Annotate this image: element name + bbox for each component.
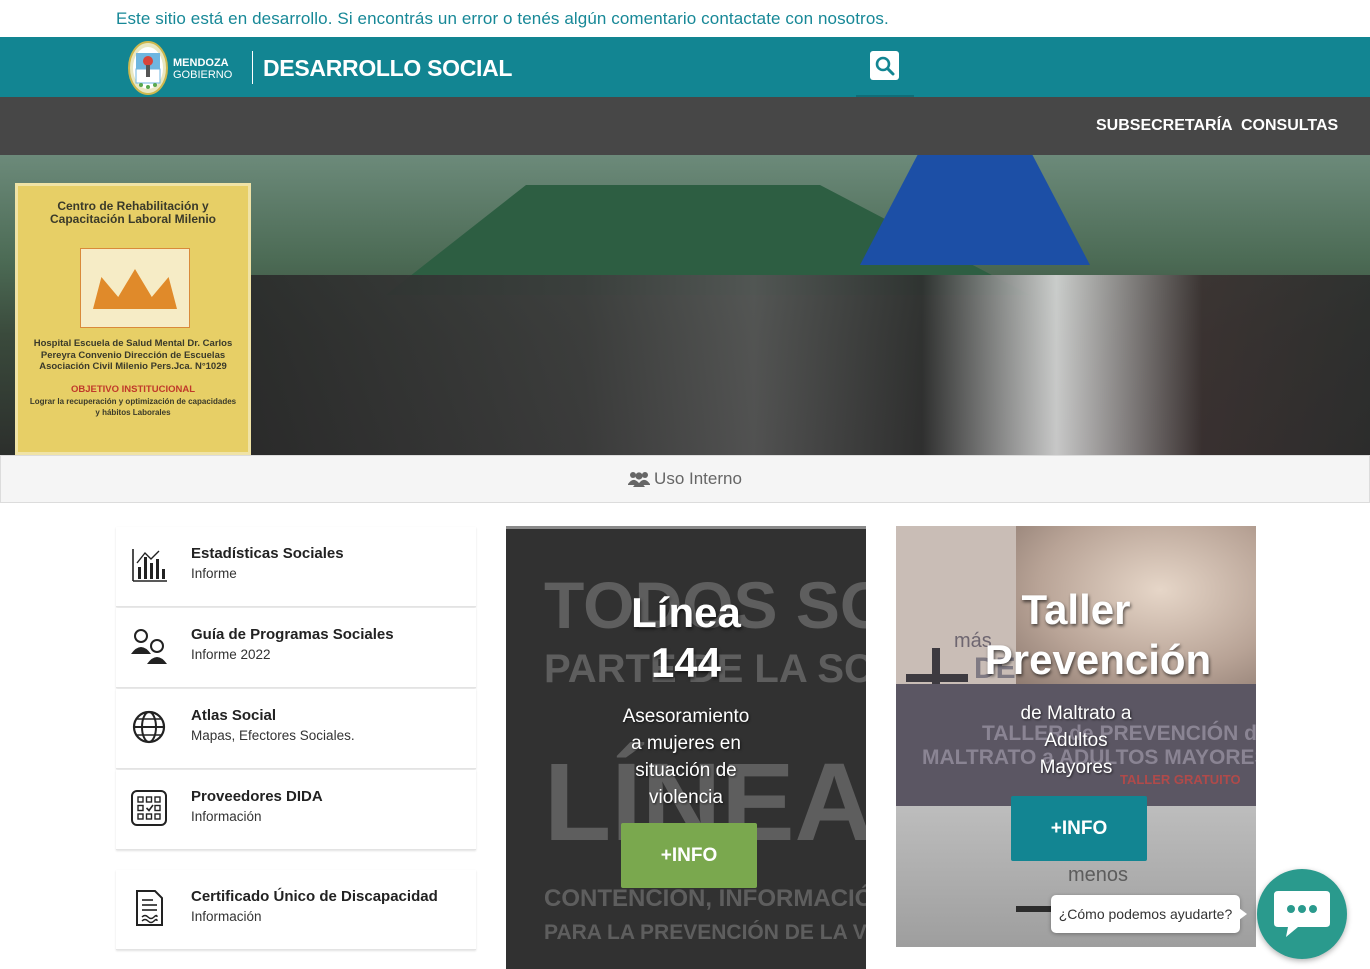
linea-144-info-button[interactable]: +INFO <box>621 823 757 888</box>
hero-crowd <box>250 275 1370 455</box>
hero-poster: Centro de Rehabilitación y Capacitación … <box>15 183 251 455</box>
poster-title: Centro de Rehabilitación y Capacitación … <box>49 199 217 226</box>
list-item-title: Certificado Único de Discapacidad <box>191 888 438 905</box>
chat-prompt-bubble[interactable]: ¿Cómo podemos ayudarte? <box>1051 895 1247 933</box>
poster-footer-text: Lograr la recuperación y optimización de… <box>29 396 237 418</box>
list-item-proveedores-dida[interactable]: Proveedores DIDA Información <box>116 770 476 850</box>
hero-tent-blue <box>860 155 1090 265</box>
nav-item-subsecretaria[interactable]: SUBSECRETARÍA <box>1096 117 1233 135</box>
people-icon <box>131 629 167 664</box>
card-taller-prevencion[interactable]: más DE TALLER de PREVENCIÓN de MALTRATO … <box>896 526 1256 947</box>
card-title-line-2: Prevención <box>984 636 1212 683</box>
list-item-subtitle: Informe <box>191 566 237 581</box>
list-item-certificado-discapacidad[interactable]: Certificado Único de Discapacidad Inform… <box>116 870 476 950</box>
nav-item-consultas[interactable]: CONSULTAS <box>1241 117 1338 135</box>
chat-button[interactable] <box>1257 869 1347 959</box>
list-item-title: Guía de Programas Sociales <box>191 626 394 643</box>
card-desc-line: violencia <box>649 787 723 808</box>
main-nav: SUBSECRETARÍA CONSULTAS <box>0 97 1370 155</box>
logo-line-1: MENDOZA <box>173 57 229 69</box>
list-item-atlas-social[interactable]: Atlas Social Mapas, Efectores Sociales. <box>116 689 476 769</box>
header: MENDOZA GOBIERNO DESARROLLO SOCIAL <box>0 37 1370 97</box>
chat-prompt-text: ¿Cómo podemos ayudarte? <box>1058 906 1233 922</box>
search-icon <box>875 56 894 75</box>
internal-use-link[interactable]: Uso Interno <box>0 455 1370 503</box>
poster-crown-logo <box>80 248 190 328</box>
poster-body-text: Hospital Escuela de Salud Mental Dr. Car… <box>33 338 233 372</box>
site-title[interactable]: DESARROLLO SOCIAL <box>263 55 512 82</box>
list-item-title: Atlas Social <box>191 707 277 724</box>
logo-text: MENDOZA GOBIERNO <box>173 57 232 81</box>
search-button[interactable] <box>870 51 899 80</box>
card-description: Asesoramiento a mujeres en situación de … <box>506 703 866 811</box>
card-bg-text: menos <box>1068 864 1129 886</box>
dev-banner: Este sitio está en desarrollo. Si encont… <box>0 0 1370 37</box>
card-title-line-2: 144 <box>650 639 722 686</box>
card-desc-line: Adultos <box>1044 730 1108 751</box>
hero-image: Centro de Rehabilitación y Capacitación … <box>0 155 1370 455</box>
list-item-subtitle: Información <box>191 909 262 924</box>
poster-footer-title: OBJETIVO INSTITUCIONAL <box>70 384 196 395</box>
checklist-icon <box>131 790 167 826</box>
poster-body: Hospital Escuela de Salud Mental Dr. Car… <box>28 338 238 419</box>
card-linea-144[interactable]: TODOS SO PARTE DE LA SO LÍNEA CONTENCIÓN… <box>506 526 866 969</box>
mendoza-logo[interactable] <box>128 41 168 95</box>
card-description: de Maltrato a Adultos Mayores <box>896 700 1256 781</box>
card-desc-line: de Maltrato a <box>1020 703 1132 724</box>
card-desc-line: a mujeres en <box>631 733 741 754</box>
dev-banner-text: Este sitio está en desarrollo. Si encont… <box>116 9 889 28</box>
card-title-line-1: Línea <box>631 589 741 636</box>
internal-use-label: Uso Interno <box>654 469 742 488</box>
users-icon <box>628 472 651 487</box>
search-area <box>856 37 914 97</box>
taller-info-button[interactable]: +INFO <box>1011 796 1147 861</box>
card-desc-line: situación de <box>635 760 737 781</box>
bar-chart-icon <box>132 549 167 582</box>
globe-icon <box>132 710 166 744</box>
chat-icon <box>1274 891 1330 937</box>
card-title-line-1: Taller <box>1021 586 1131 633</box>
list-item-title: Proveedores DIDA <box>191 788 323 805</box>
card-desc-line: Asesoramiento <box>622 706 750 727</box>
list-item-guia-programas[interactable]: Guía de Programas Sociales Informe 2022 <box>116 608 476 688</box>
logo-line-2: GOBIERNO <box>173 69 233 81</box>
list-item-subtitle: Informe 2022 <box>191 647 271 662</box>
card-desc-line: Mayores <box>1039 757 1113 778</box>
header-divider <box>252 51 253 84</box>
list-item-estadisticas[interactable]: Estadísticas Sociales Informe <box>116 527 476 607</box>
list-item-subtitle: Mapas, Efectores Sociales. <box>191 728 355 743</box>
document-icon <box>136 890 163 926</box>
list-item-title: Estadísticas Sociales <box>191 545 344 562</box>
list-item-subtitle: Información <box>191 809 262 824</box>
